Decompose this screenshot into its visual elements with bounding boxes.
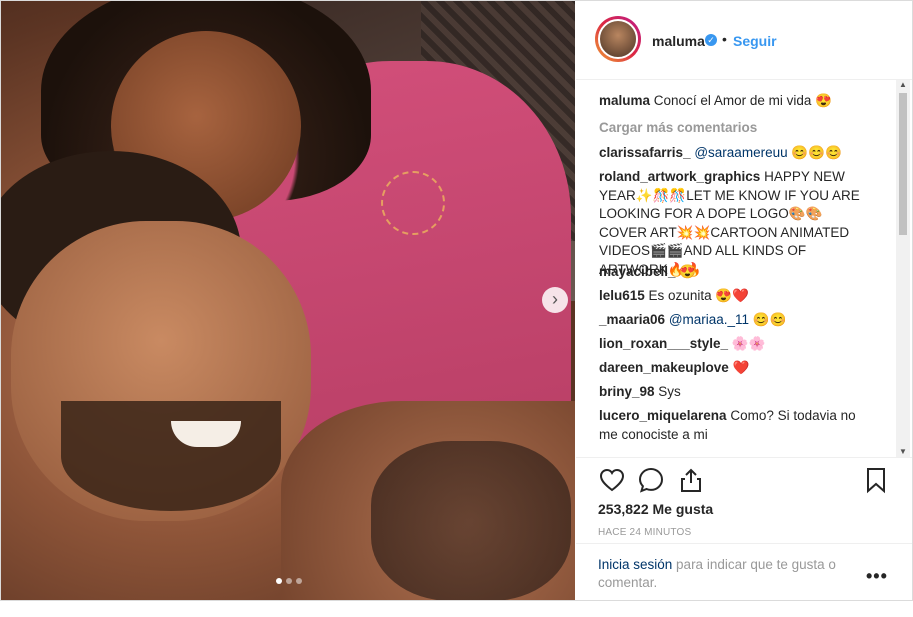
comment-mention[interactable]: @mariaa._11 xyxy=(669,312,749,327)
comment-username[interactable]: lion_roxan___style_ xyxy=(599,336,728,351)
comment-item: briny_98 Sys xyxy=(599,383,871,402)
comment-username[interactable]: dareen_makeuplove xyxy=(599,360,729,375)
comment-username[interactable]: clarissafarris_ xyxy=(599,145,691,160)
comment-username[interactable]: _maaria06 xyxy=(599,312,665,327)
comment-item: _maaria06 @mariaa._11 😊😊 xyxy=(599,311,871,330)
comment-username[interactable]: mayacibell_ xyxy=(599,264,676,279)
comment-username[interactable]: briny_98 xyxy=(599,384,655,399)
caption: maluma Conocí el Amor de mi vida 😍 xyxy=(599,92,871,111)
post-sidebar: maluma ✓ • Seguir maluma Conocí el Amor … xyxy=(576,1,912,600)
load-more-comments-button[interactable]: Cargar más comentarios xyxy=(599,119,871,138)
header-separator: • xyxy=(722,31,727,47)
caption-username[interactable]: maluma xyxy=(599,93,650,108)
carousel-dot xyxy=(296,578,302,584)
avatar-image xyxy=(598,19,638,59)
comment-text: Es ozunita 😍❤️ xyxy=(648,288,749,303)
carousel-dot xyxy=(286,578,292,584)
chevron-right-icon[interactable]: › xyxy=(542,287,568,313)
scrollbar-thumb[interactable] xyxy=(899,93,907,235)
comment-text: HAPPY NEW YEAR✨🎊🎊LET ME KNOW IF YOU ARE … xyxy=(599,169,860,277)
scroll-up-icon[interactable]: ▲ xyxy=(899,80,907,89)
header-username[interactable]: maluma xyxy=(652,33,705,49)
comment-item: lucero_miquelarena Como? Si todavia no m… xyxy=(599,407,871,444)
scroll-down-icon[interactable]: ▼ xyxy=(899,447,907,456)
login-prompt: Inicia sesión para indicar que te gusta … xyxy=(576,543,912,602)
post-header: maluma ✓ • Seguir xyxy=(576,1,912,80)
post-photo[interactable]: › xyxy=(1,1,575,600)
comment-icon[interactable] xyxy=(637,466,665,494)
follow-button[interactable]: Seguir xyxy=(733,33,777,49)
comment-item: dareen_makeuplove ❤️ xyxy=(599,359,871,378)
comment-text: ❤️ xyxy=(732,360,750,375)
comment-item: lion_roxan___style_ 🌸🌸 xyxy=(599,335,871,354)
post-timestamp: HACE 24 MINUTOS xyxy=(598,527,692,538)
post-actions: 253,822 Me gusta HACE 24 MINUTOS Inicia … xyxy=(576,457,912,601)
comment-text: Sys xyxy=(658,384,681,399)
share-icon[interactable] xyxy=(677,466,705,494)
photo-tattoo xyxy=(371,441,571,600)
comment-mention[interactable]: @saraamereuu xyxy=(694,145,787,160)
photo-shirt-logo xyxy=(381,171,445,235)
verified-icon: ✓ xyxy=(705,34,717,46)
avatar[interactable] xyxy=(595,16,641,62)
comment-username[interactable]: lelu615 xyxy=(599,288,645,303)
comments-list: maluma Conocí el Amor de mi vida 😍 Carga… xyxy=(576,80,896,457)
carousel-dot xyxy=(276,578,282,584)
likes-count[interactable]: 253,822 Me gusta xyxy=(598,501,713,517)
more-options-icon[interactable]: ••• xyxy=(866,566,888,587)
comment-text: 😍 xyxy=(679,264,697,279)
login-link[interactable]: Inicia sesión xyxy=(598,557,672,572)
login-text: Inicia sesión para indicar que te gusta … xyxy=(598,556,858,592)
comment-item: mayacibell_ 😍 xyxy=(599,263,871,282)
comment-username[interactable]: lucero_miquelarena xyxy=(599,408,727,423)
comment-text: 😊😊😊 xyxy=(787,145,842,160)
comment-text: 🌸🌸 xyxy=(731,336,766,351)
comments-scrollbar[interactable]: ▲ ▼ xyxy=(896,80,910,457)
comment-item: clarissafarris_ @saraamereuu 😊😊😊 xyxy=(599,144,871,163)
heart-icon[interactable] xyxy=(598,466,626,494)
comment-text: 😊😊 xyxy=(749,312,787,327)
carousel-indicator xyxy=(276,578,302,584)
comment-username[interactable]: roland_artwork_graphics xyxy=(599,169,760,184)
post-modal: › maluma ✓ • Seguir maluma Conocí el Amo… xyxy=(0,0,913,601)
comment-item: lelu615 Es ozunita 😍❤️ xyxy=(599,287,871,306)
bookmark-icon[interactable] xyxy=(862,466,890,494)
photo-beard xyxy=(61,401,281,511)
caption-text: Conocí el Amor de mi vida 😍 xyxy=(653,93,832,108)
